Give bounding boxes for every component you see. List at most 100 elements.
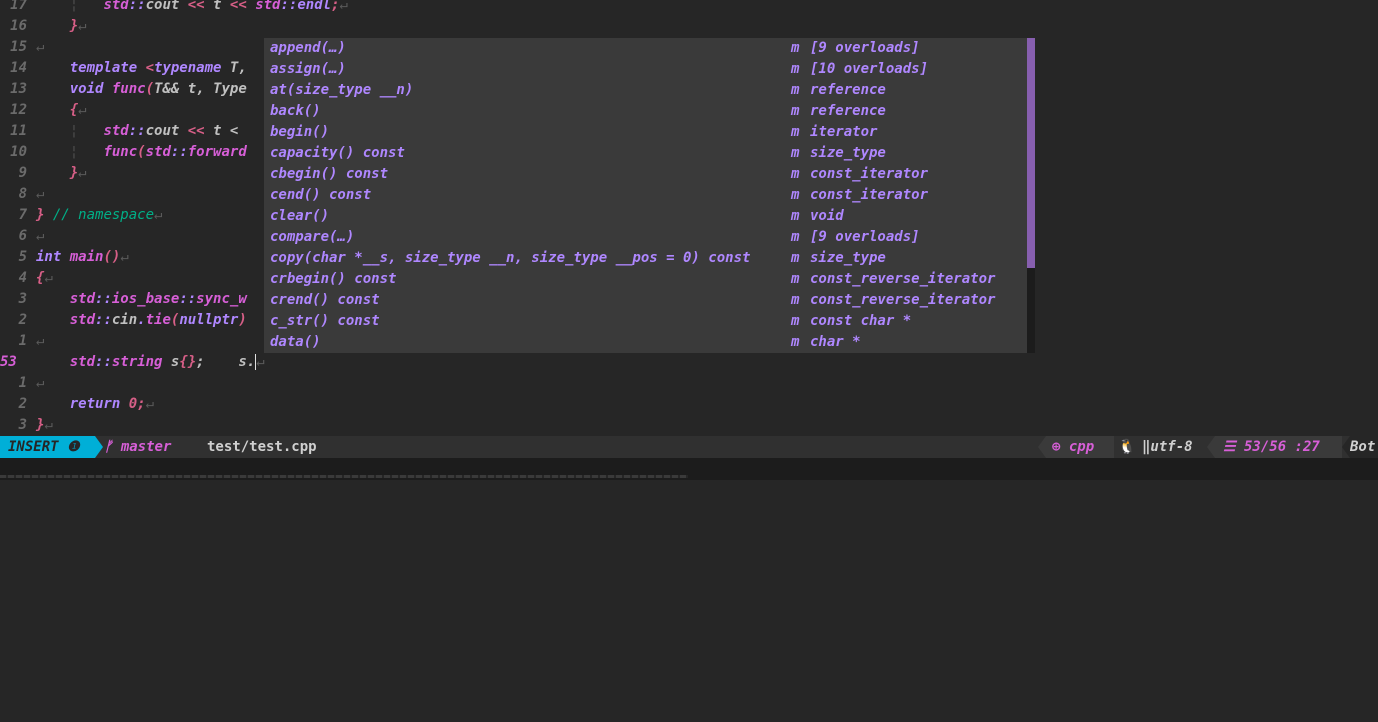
- code-token: ↵: [78, 18, 87, 34]
- code-token: tie: [145, 312, 171, 328]
- line-code: {↵: [36, 268, 53, 289]
- code-token: T,: [221, 60, 247, 76]
- line-code: std::ios_base::sync_w: [36, 289, 247, 310]
- completion-item[interactable]: cend() const m const_iterator: [264, 185, 1026, 206]
- code-token: std: [69, 312, 96, 328]
- code-token: ↵: [78, 102, 87, 118]
- completion-item[interactable]: crend() const m const_reverse_iterator: [264, 290, 1026, 311]
- line-code: }↵: [36, 415, 53, 436]
- completion-item[interactable]: back() m reference: [264, 101, 1026, 122]
- line-code: }↵: [36, 16, 87, 37]
- completion-type: [10 overloads]: [810, 61, 929, 77]
- line-number: 15: [10, 39, 27, 55]
- completion-item[interactable]: data() m char *: [264, 332, 1026, 353]
- completion-word: at(size_type __n): [270, 82, 414, 98]
- completion-item[interactable]: copy(char *__s, size_type __n, size_type…: [264, 248, 1026, 269]
- line-code: {↵: [36, 100, 87, 121]
- code-line[interactable]: 53 std::string s{}; s.↵: [0, 352, 1378, 373]
- code-token: std: [69, 354, 96, 370]
- completion-type: const_iterator: [810, 187, 929, 203]
- completion-type: [9 overloads]: [810, 229, 920, 245]
- code-token: 0;: [128, 396, 146, 412]
- file-encoding: ‖utf-8: [1142, 439, 1193, 455]
- code-line[interactable]: 1 ↵: [0, 373, 1378, 394]
- command-line-decoration: [0, 475, 688, 478]
- code-token: ::: [170, 144, 188, 160]
- code-token: cout: [145, 0, 188, 13]
- git-branch: ᚠ master: [104, 439, 172, 455]
- code-token: ::: [95, 291, 112, 307]
- code-token: <<: [187, 0, 205, 13]
- code-token: (: [137, 144, 146, 160]
- completion-item[interactable]: assign(…) m [10 overloads]: [264, 59, 1026, 80]
- code-token: return: [69, 396, 121, 412]
- line-number: 11: [10, 123, 27, 139]
- completion-item[interactable]: at(size_type __n) m reference: [264, 80, 1026, 101]
- code-token: std: [103, 123, 129, 139]
- line-number: 8: [18, 186, 27, 202]
- code-token: t <: [204, 123, 239, 139]
- line-number: 5: [18, 249, 27, 265]
- code-token: typename: [154, 60, 222, 76]
- completion-kind: m: [791, 334, 800, 350]
- code-token: ios_base: [111, 291, 180, 307]
- code-token: ↵: [339, 0, 348, 13]
- code-token: nullptr: [179, 312, 239, 328]
- line-code: ↵: [36, 226, 44, 247]
- completion-item[interactable]: begin() m iterator: [264, 122, 1026, 143]
- code-token: ; s.: [196, 354, 256, 370]
- code-token: ↵: [120, 249, 129, 265]
- code-token: ↵: [36, 228, 45, 244]
- code-token: }: [69, 18, 79, 34]
- code-token: string: [111, 354, 163, 370]
- line-code: }↵: [36, 163, 87, 184]
- code-token: ::endl: [280, 0, 332, 13]
- code-token: ¦: [36, 123, 104, 139]
- completion-item[interactable]: crbegin() const m const_reverse_iterator: [264, 269, 1026, 290]
- completion-item[interactable]: append(…) m [9 overloads]: [264, 38, 1026, 59]
- completion-item[interactable]: capacity() const m size_type: [264, 143, 1026, 164]
- line-code: template <typename T,: [36, 58, 247, 79]
- completion-item[interactable]: cbegin() const m const_iterator: [264, 164, 1026, 185]
- completion-kind: m: [791, 271, 800, 287]
- completion-popup[interactable]: append(…) m [9 overloads] assign(…) m [10 ove…: [264, 38, 1035, 353]
- line-number: 1: [18, 333, 27, 349]
- code-line[interactable]: 3}↵: [0, 415, 1378, 436]
- code-line[interactable]: 16 }↵: [0, 16, 1378, 37]
- code-token: ↵: [78, 165, 87, 181]
- completion-kind: m: [791, 103, 800, 119]
- line-number: 2: [18, 312, 27, 328]
- code-token: s: [162, 354, 180, 370]
- code-line[interactable]: 2 return 0;↵: [0, 394, 1378, 415]
- code-line[interactable]: 17 ¦ std::cout << t << std::endl;↵: [0, 0, 1378, 16]
- code-token: <: [145, 60, 155, 76]
- code-token: main: [69, 249, 104, 265]
- line-code: ↵: [36, 331, 44, 352]
- completion-item[interactable]: clear() m void: [264, 206, 1026, 227]
- completion-word: crbegin() const: [270, 271, 397, 287]
- line-number: 9: [18, 165, 27, 181]
- position-separator: [1207, 436, 1215, 458]
- code-token: .: [137, 312, 146, 328]
- code-token: std: [69, 291, 96, 307]
- completion-kind: m: [791, 187, 800, 203]
- completion-word: back(): [270, 103, 321, 119]
- code-token: ↵: [256, 354, 265, 370]
- completion-item[interactable]: compare(…) m [9 overloads]: [264, 227, 1026, 248]
- completion-item[interactable]: c_str() const m const char *: [264, 311, 1026, 332]
- completion-word: append(…): [270, 40, 346, 56]
- completion-type: size_type: [810, 145, 886, 161]
- line-number: 10: [10, 144, 27, 160]
- mode-indicator: INSERT ❶: [0, 436, 95, 458]
- code-token: (: [145, 81, 155, 97]
- code-token: <<: [187, 123, 205, 139]
- completion-scrollbar-thumb[interactable]: [1027, 38, 1035, 268]
- completion-kind: m: [791, 208, 800, 224]
- line-number: 16: [10, 18, 27, 34]
